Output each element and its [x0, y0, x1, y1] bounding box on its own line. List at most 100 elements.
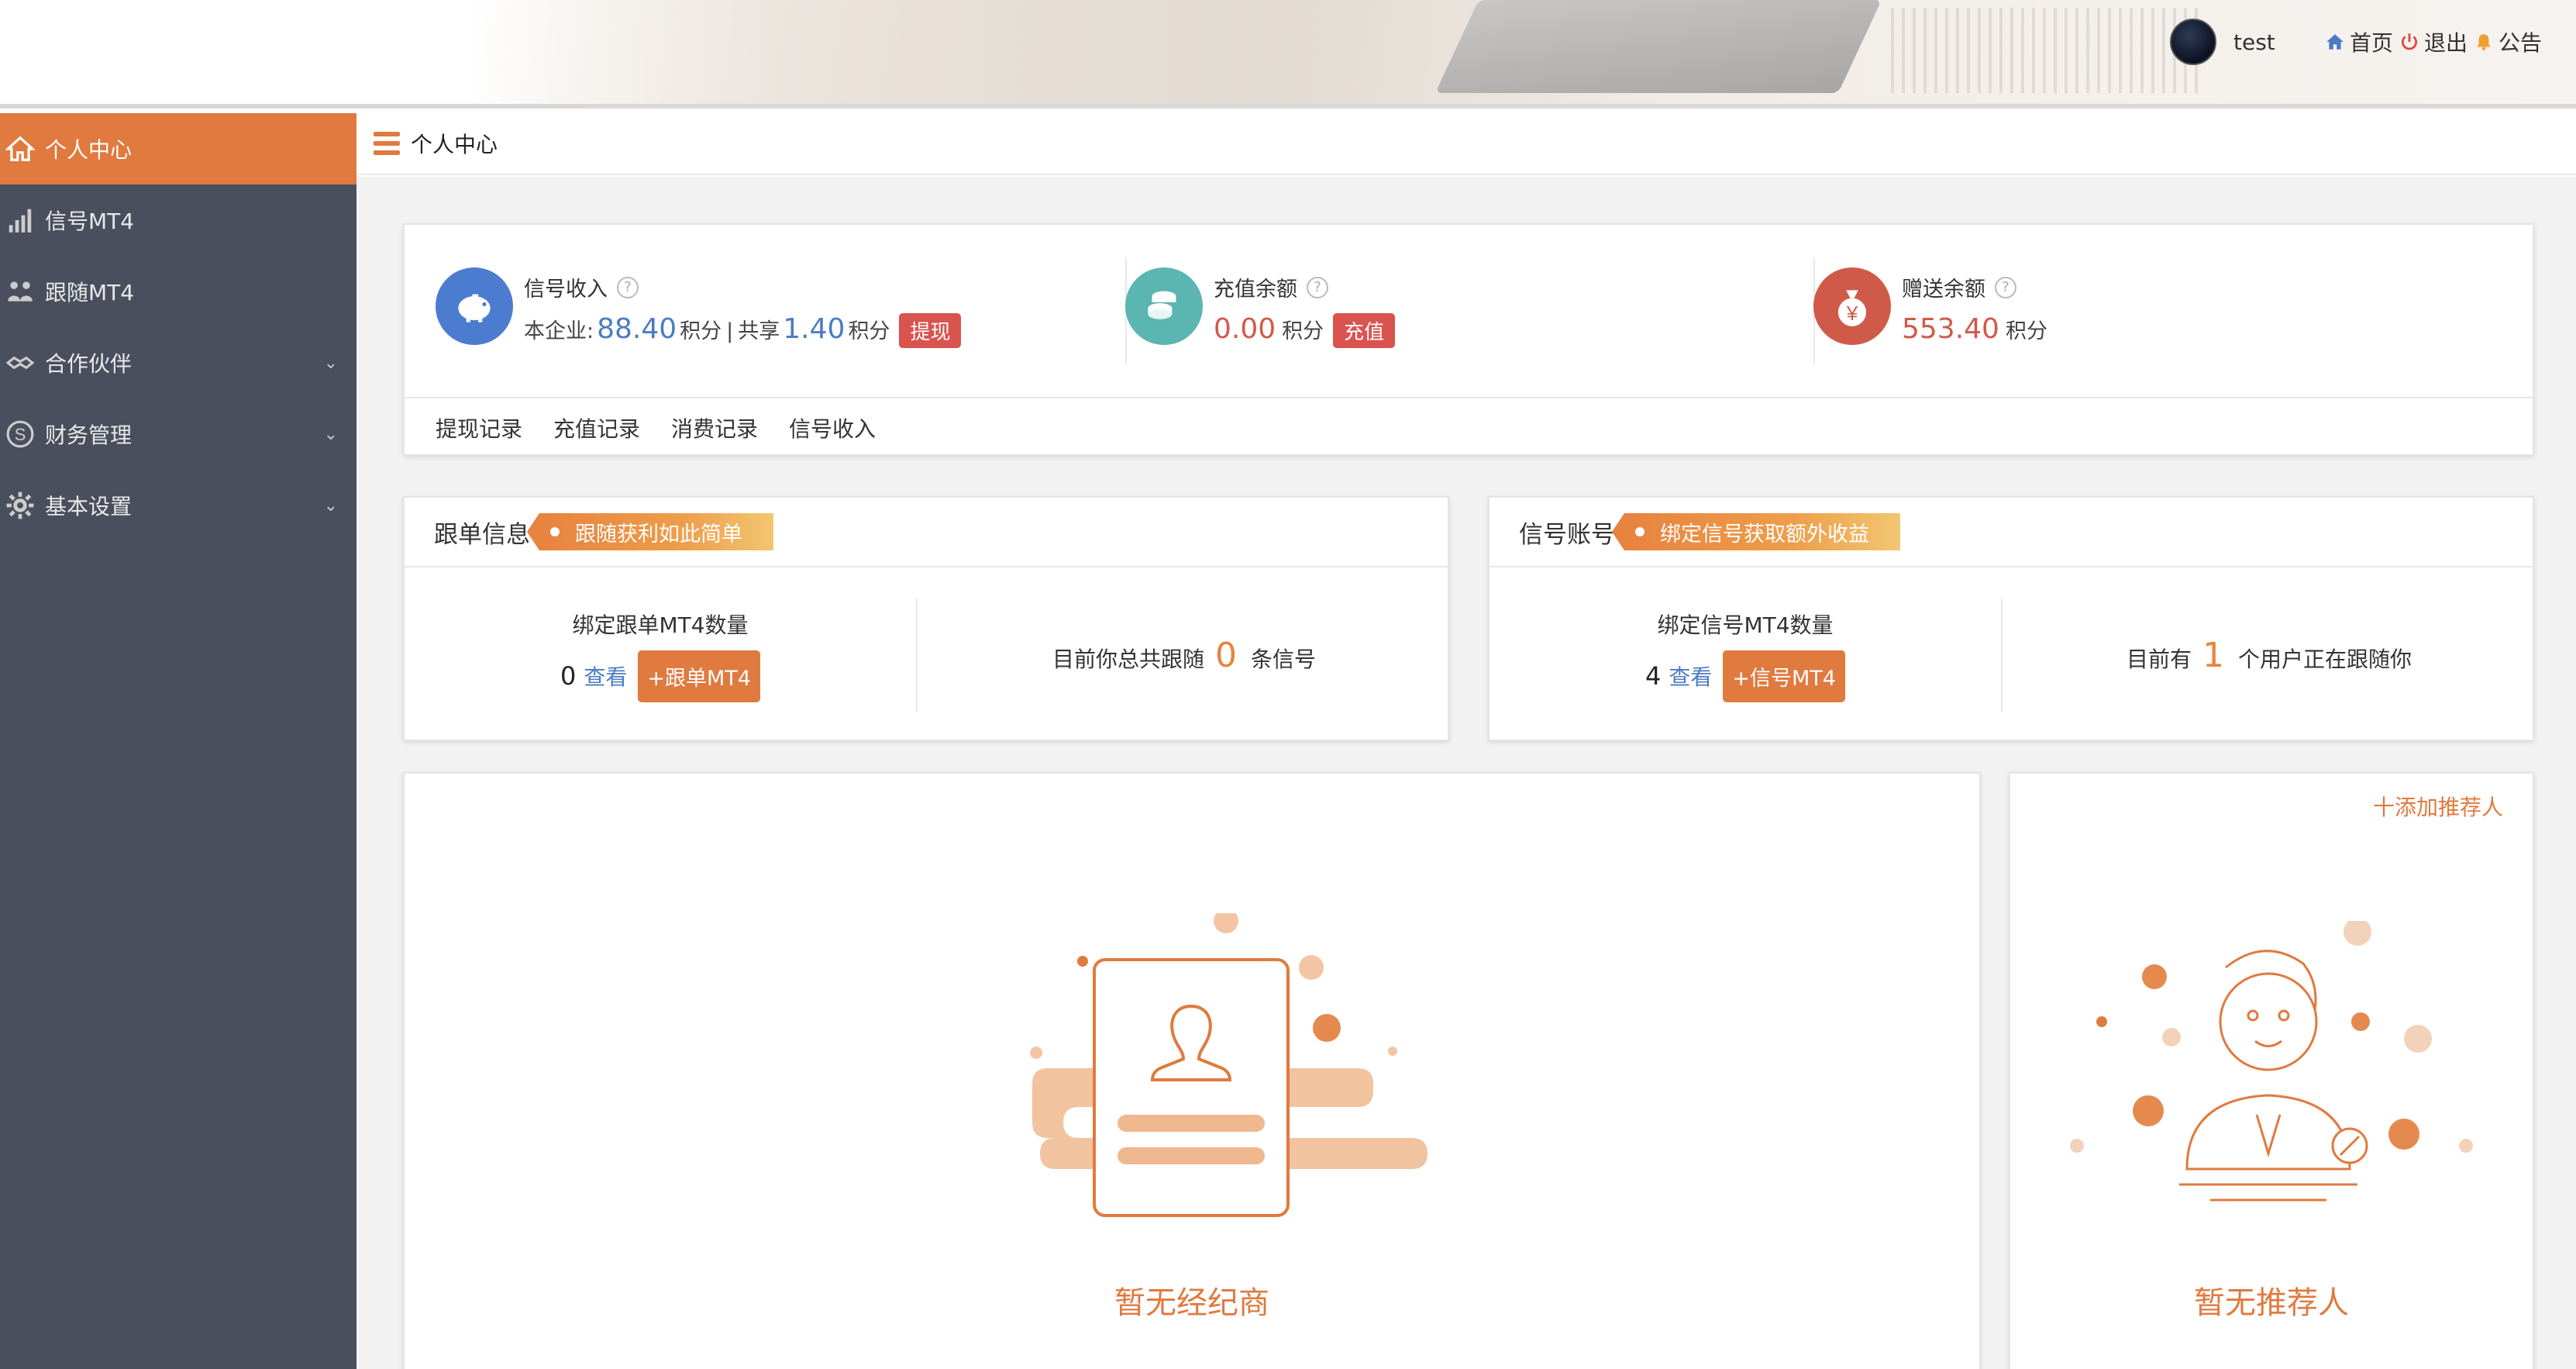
followers-suffix: 个用户正在跟随你: [2238, 646, 2412, 672]
home-icon: [5, 133, 36, 164]
unit-label: 积分: [680, 319, 722, 343]
add-signal-mt4-button[interactable]: +信号MT4: [1723, 650, 1845, 702]
chevron-down-icon: ⌄: [323, 353, 338, 373]
sidebar-item-partners[interactable]: 合作伙伴 ⌄: [0, 327, 356, 398]
user-menu[interactable]: test: [2170, 19, 2275, 65]
sidebar-item-finance[interactable]: S 财务管理 ⌄: [0, 398, 356, 470]
help-icon[interactable]: ?: [617, 276, 639, 298]
sidebar-item-label: 个人中心: [45, 137, 133, 163]
sidebar-item-signal-mt4[interactable]: 信号MT4: [0, 184, 356, 256]
balance-stats: 信号收入? 本企业: 88.40 积分 | 共享 1.40 积分 提现 充值余额…: [405, 225, 2533, 398]
main-content: 信号收入? 本企业: 88.40 积分 | 共享 1.40 积分 提现 充值余额…: [356, 177, 2576, 1369]
add-referrer-link[interactable]: 十添加推荐人: [2373, 791, 2503, 822]
followers-prefix: 目前有: [2126, 646, 2192, 672]
enterprise-label: 本企业:: [524, 319, 594, 343]
home-link-label: 首页: [2350, 30, 2394, 56]
broker-panel: 暂无经纪商: [403, 772, 1981, 1369]
handshake-icon: [5, 347, 36, 378]
gift-title: 赠送余额: [1902, 278, 1985, 302]
sidebar-item-label: 信号MT4: [45, 209, 135, 234]
avatar[interactable]: [2170, 19, 2216, 65]
signal-account-title: 信号账号: [1519, 520, 1615, 549]
sidebar-item-personal-center[interactable]: 个人中心: [0, 113, 356, 184]
top-links: 首页 退出 公告: [2325, 26, 2548, 57]
follow-bind-block: 绑定跟单MT4数量 0 查看 +跟单MT4: [405, 567, 916, 743]
follow-count: 0: [560, 661, 577, 691]
sidebar-item-label: 跟随MT4: [45, 280, 135, 305]
signal-income-title: 信号收入: [524, 278, 608, 302]
signal-view-link[interactable]: 查看: [1669, 660, 1712, 691]
gift-value: 553.40: [1902, 313, 1999, 345]
follow-info-header: 跟单信息 跟随获利如此简单: [405, 498, 1448, 567]
sidebar-item-settings[interactable]: 基本设置 ⌄: [0, 470, 356, 541]
logout-link-label: 退出: [2424, 30, 2468, 56]
referrer-panel: 十添加推荐人 暂无推荐人: [2009, 772, 2534, 1369]
power-icon: [2402, 33, 2418, 50]
help-icon[interactable]: ?: [1307, 276, 1328, 298]
logout-link[interactable]: 退出: [2399, 26, 2468, 57]
coins-icon: [1125, 267, 1203, 345]
enterprise-value: 88.40: [597, 313, 677, 345]
follow-total-block: 目前你总共跟随 0 条信号: [918, 567, 1451, 743]
shared-value: 1.40: [783, 313, 845, 345]
tab-signal-income[interactable]: 信号收入: [789, 412, 876, 443]
sidebar-item-label: 基本设置: [45, 494, 133, 519]
users-icon: [5, 276, 36, 307]
unit-label: 积分: [1282, 319, 1324, 343]
follow-info-panel: 跟单信息 跟随获利如此简单 绑定跟单MT4数量 0 查看 +跟单MT4 目前你总…: [403, 496, 1449, 741]
sidebar: 个人中心 信号MT4 跟随MT4 合作伙伴 ⌄ S 财务管理 ⌄ 基本设置 ⌄: [0, 113, 356, 1369]
unit-label: 积分: [848, 319, 890, 343]
signal-account-tag: 绑定信号获取额外收益: [1612, 513, 1900, 550]
page-title: 个人中心: [411, 132, 498, 157]
shared-label: 共享: [738, 319, 780, 343]
home-link[interactable]: 首页: [2325, 26, 2393, 57]
follow-view-link[interactable]: 查看: [584, 660, 627, 691]
recharge-value: 0.00: [1214, 313, 1276, 345]
signal-account-panel: 信号账号 绑定信号获取额外收益 绑定信号MT4数量 4 查看 +信号MT4 目前…: [1488, 496, 2534, 741]
dollar-circle-icon: S: [5, 419, 36, 450]
tab-consumption-records[interactable]: 消费记录: [671, 412, 758, 443]
chevron-down-icon: ⌄: [323, 425, 338, 444]
recharge-stat: 充值余额? 0.00 积分 充值: [1125, 267, 1396, 348]
signal-followers-block: 目前有 1 个用户正在跟随你: [2003, 567, 2536, 743]
separator: |: [726, 319, 734, 343]
announcement-link[interactable]: 公告: [2474, 26, 2542, 57]
signal-bars-icon: [5, 205, 36, 236]
signal-account-header: 信号账号 绑定信号获取额外收益: [1489, 498, 2533, 567]
chevron-down-icon: ⌄: [323, 496, 338, 516]
follow-info-title: 跟单信息: [434, 520, 530, 549]
help-icon[interactable]: ?: [1995, 276, 2016, 298]
svg-text:¥: ¥: [1846, 303, 1858, 325]
breadcrumb: 个人中心: [356, 113, 2576, 175]
gift-stat: ¥ 赠送余额? 553.40 积分: [1813, 267, 2047, 345]
money-bag-icon: ¥: [1813, 267, 1891, 345]
tab-recharge-records[interactable]: 充值记录: [553, 412, 640, 443]
withdraw-button[interactable]: 提现: [899, 313, 962, 348]
empty-referrer-illustration: [2070, 921, 2473, 1202]
sidebar-item-label: 财务管理: [45, 422, 133, 448]
empty-broker-text: 暂无经纪商: [1114, 1285, 1269, 1321]
empty-broker-illustration: [1030, 913, 1427, 1217]
piggy-bank-icon: [436, 267, 513, 345]
follow-total-value: 0: [1215, 635, 1237, 675]
sidebar-item-follow-mt4[interactable]: 跟随MT4: [0, 256, 356, 327]
banner-chart-image: [1891, 8, 2201, 93]
menu-toggle-icon[interactable]: [374, 132, 400, 155]
svg-text:S: S: [15, 425, 26, 444]
follow-info-tag: 跟随获利如此简单: [527, 513, 773, 550]
gear-icon: [5, 490, 36, 521]
signal-bind-block: 绑定信号MT4数量 4 查看 +信号MT4: [1489, 567, 2001, 743]
empty-referrer-text: 暂无推荐人: [2194, 1285, 2349, 1321]
unit-label: 积分: [2005, 319, 2047, 343]
follow-bind-label: 绑定跟单MT4数量: [572, 612, 749, 638]
recharge-title: 充值余额: [1214, 278, 1297, 302]
username[interactable]: test: [2233, 29, 2275, 55]
banner-laptop-image: [1435, 0, 1882, 93]
add-follow-mt4-button[interactable]: +跟单MT4: [638, 650, 760, 702]
sidebar-item-label: 合作伙伴: [45, 351, 133, 377]
follow-total-prefix: 目前你总共跟随: [1052, 646, 1204, 672]
tab-withdraw-records[interactable]: 提现记录: [436, 412, 522, 443]
balance-panel: 信号收入? 本企业: 88.40 积分 | 共享 1.40 积分 提现 充值余额…: [403, 223, 2534, 456]
recharge-button[interactable]: 充值: [1333, 313, 1396, 348]
signal-count: 4: [1645, 661, 1662, 691]
